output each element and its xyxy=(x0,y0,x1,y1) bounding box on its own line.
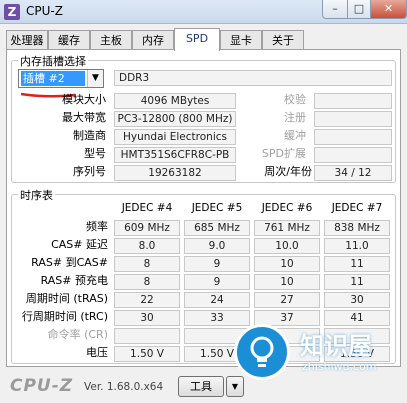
serial-number-label: 序列号 xyxy=(73,165,106,178)
memory-type-field: DDR3 xyxy=(114,70,392,86)
timing-cell: 11.0 xyxy=(324,238,390,254)
slot-dropdown[interactable]: 插槽 #2 ▼ xyxy=(18,69,104,88)
module-size-label: 模块大小 xyxy=(62,93,106,106)
timing-cell: 9.0 xyxy=(184,238,250,254)
timing-column-header: JEDEC #5 xyxy=(191,202,243,214)
registered-value xyxy=(314,111,392,127)
timing-row-label: 电压 xyxy=(86,346,108,359)
slot-group-title: 内存插槽选择 xyxy=(18,53,88,69)
minimize-button[interactable]: – xyxy=(322,0,348,19)
timing-column-header: JEDEC #6 xyxy=(261,202,313,214)
timing-cell: 1.50 V xyxy=(114,346,180,362)
buffered-value xyxy=(314,129,392,145)
close-button[interactable]: ✕ xyxy=(370,0,407,19)
part-number-value: HMT351S6CFR8C-PB xyxy=(114,147,236,163)
buffered-label: 缓冲 xyxy=(284,129,306,142)
timing-cell: 30 xyxy=(114,310,180,326)
maximize-button[interactable]: □ xyxy=(347,0,371,19)
timing-row-label: RAS# 到CAS# xyxy=(31,256,108,269)
timing-cell: 11 xyxy=(324,256,390,272)
module-size-value: 4096 MBytes xyxy=(114,93,236,109)
timing-cell: 11 xyxy=(324,274,390,290)
timing-cell: 30 xyxy=(324,292,390,308)
timings-group-title: 时序表 xyxy=(18,187,55,203)
timing-cell: 8 xyxy=(114,274,180,290)
cpu-z-app-icon: Z xyxy=(4,4,20,20)
tab-cache[interactable]: 缓存 xyxy=(48,30,90,50)
tab-processor[interactable]: 处理器 xyxy=(6,30,48,50)
tab-bar: 处理器 缓存 主板 内存 SPD 显卡 关于 xyxy=(6,28,401,51)
timing-cell: 9 xyxy=(184,274,250,290)
manufacturer-value: Hyundai Electronics xyxy=(114,129,236,145)
timing-column-header: JEDEC #4 xyxy=(121,202,173,214)
slot-selection-group: 内存插槽选择 插槽 #2 ▼ DDR3 模块大小 4096 MBytes 校验 … xyxy=(11,53,396,183)
serial-number-value: 19263182 xyxy=(114,165,236,181)
watermark-subtext: zhishiwu.com xyxy=(302,360,377,373)
chevron-down-icon: ▼ xyxy=(87,70,103,87)
timing-row-label: 频率 xyxy=(86,220,108,233)
timing-row-label: 周期时间 (tRAS) xyxy=(25,292,108,305)
max-bandwidth-value: PC3-12800 (800 MHz) xyxy=(114,111,236,127)
timing-row-label: CAS# 延迟 xyxy=(51,238,108,251)
tab-memory[interactable]: 内存 xyxy=(132,30,174,50)
spd-ext-label: SPD扩展 xyxy=(261,147,306,160)
timing-row-label: RAS# 预充电 xyxy=(40,274,108,287)
timing-cell xyxy=(114,328,180,344)
timing-cell: 24 xyxy=(184,292,250,308)
spd-ext-value xyxy=(314,147,392,163)
tab-spd[interactable]: SPD xyxy=(174,28,220,51)
watermark: 知识屋 zhishiwu.com xyxy=(230,318,407,388)
timing-cell: 8.0 xyxy=(114,238,180,254)
timing-cell: 10 xyxy=(254,274,320,290)
max-bandwidth-label: 最大带宽 xyxy=(62,111,106,124)
slot-dropdown-value: 插槽 #2 xyxy=(21,71,85,86)
title-bar: Z CPU-Z – □ ✕ xyxy=(0,0,407,24)
tab-graphics[interactable]: 显卡 xyxy=(220,30,262,50)
lightbulb-icon xyxy=(234,324,290,380)
tab-mainboard[interactable]: 主板 xyxy=(90,30,132,50)
timing-cell: 609 MHz xyxy=(114,220,180,236)
week-year-value: 34 / 12 xyxy=(314,165,392,181)
window-title: CPU-Z xyxy=(26,4,63,18)
timing-cell: 27 xyxy=(254,292,320,308)
tools-button[interactable]: 工具 xyxy=(178,376,224,397)
timing-cell: 838 MHz xyxy=(324,220,390,236)
timing-cell: 22 xyxy=(114,292,180,308)
tools-button-label: 工具 xyxy=(190,380,212,393)
timing-cell: 8 xyxy=(114,256,180,272)
week-year-label: 周次/年份 xyxy=(264,165,312,178)
manufacturer-label: 制造商 xyxy=(73,129,106,142)
part-number-label: 型号 xyxy=(84,147,106,160)
timing-column-header: JEDEC #7 xyxy=(331,202,383,214)
timing-row-label: 行周期时间 (tRC) xyxy=(21,310,108,323)
timing-cell: 685 MHz xyxy=(184,220,250,236)
timing-cell: 761 MHz xyxy=(254,220,320,236)
timing-cell: 9 xyxy=(184,256,250,272)
tab-about[interactable]: 关于 xyxy=(262,30,304,50)
correction-label: 校验 xyxy=(284,93,306,106)
correction-value xyxy=(314,93,392,109)
timing-cell: 10.0 xyxy=(254,238,320,254)
version-text: Ver. 1.68.0.x64 xyxy=(84,381,164,393)
timing-row-label: 命令率 (CR) xyxy=(47,328,108,341)
watermark-text: 知识屋 xyxy=(300,332,372,360)
registered-label: 注册 xyxy=(284,111,306,124)
cpu-z-logo: CPU-Z xyxy=(10,376,74,396)
timing-cell: 10 xyxy=(254,256,320,272)
